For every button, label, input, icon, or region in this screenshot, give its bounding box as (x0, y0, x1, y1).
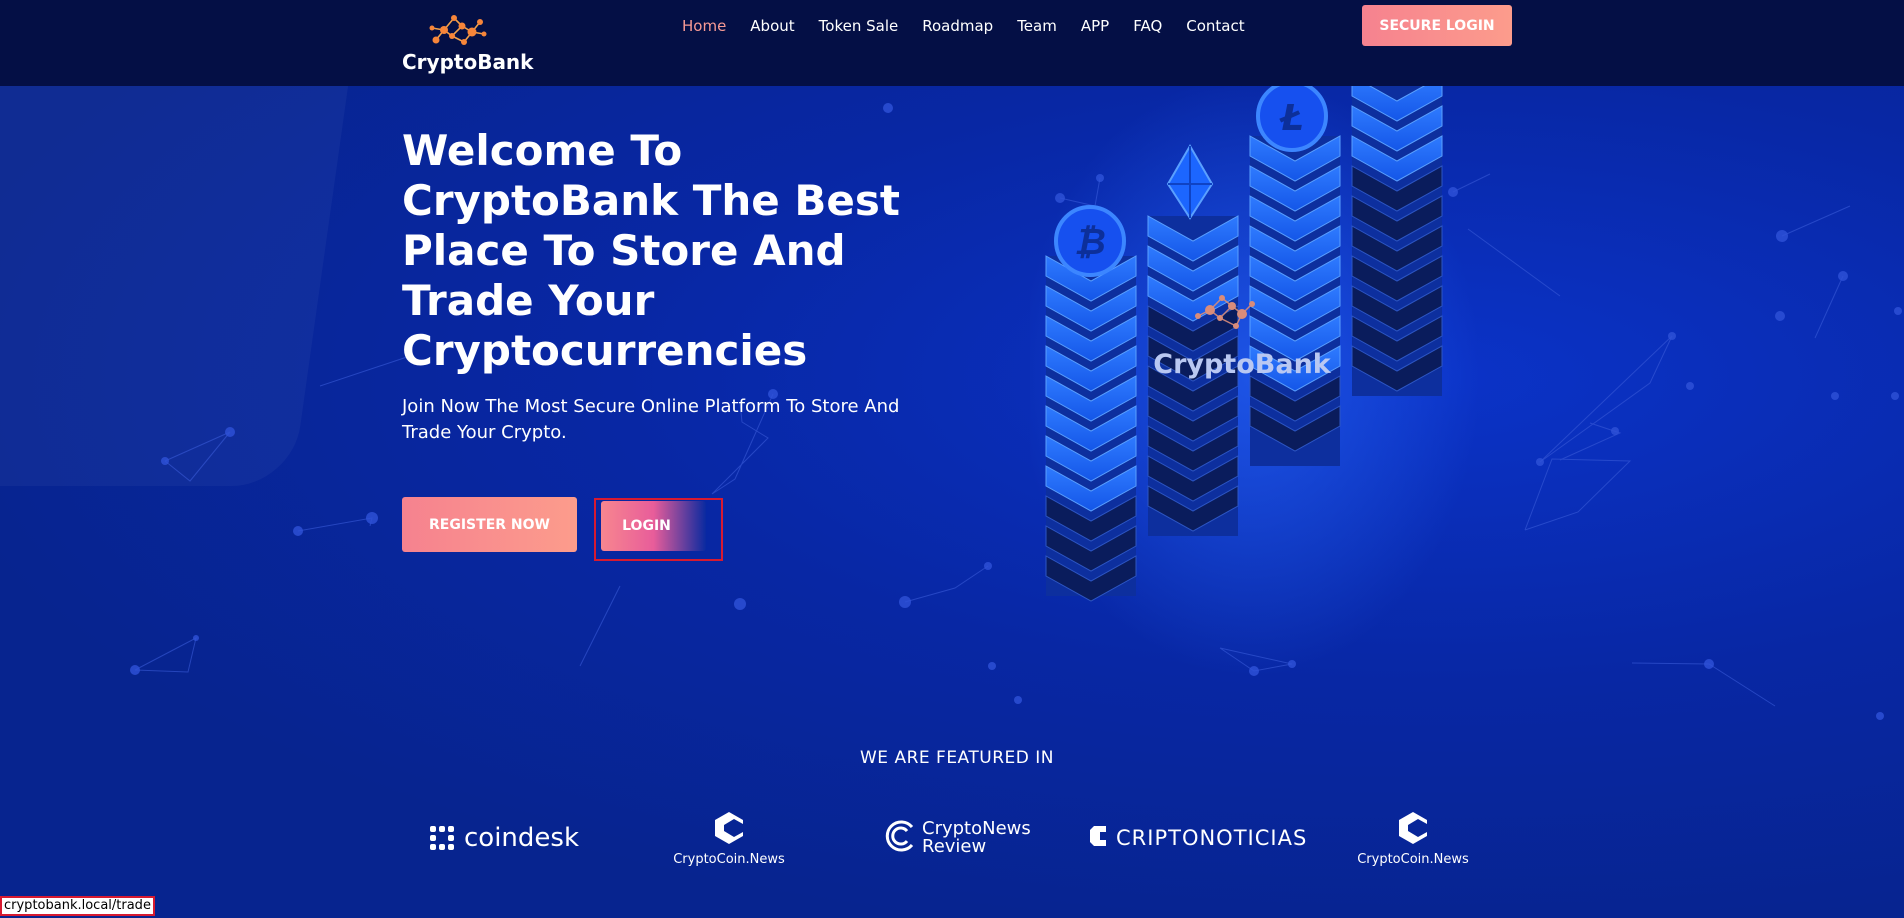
hero-headline: Welcome To CryptoBank The Best Place To … (402, 126, 900, 375)
login-button[interactable]: LOGIN (601, 501, 706, 551)
partner-name: coindesk (464, 823, 580, 853)
partner-coindesk[interactable]: coindesk (428, 810, 579, 866)
svg-text:Ł: Ł (1279, 98, 1304, 139)
crypto-towers-illustration: ₿ Ł CryptoBank (1030, 86, 1480, 676)
cryptonews-review-icon (884, 819, 916, 857)
main-navigation: Home About Token Sale Roadmap Team APP F… (682, 14, 1269, 38)
nav-item-token-sale[interactable]: Token Sale (819, 14, 899, 38)
criptonoticias-icon (1090, 822, 1110, 854)
partner-cryptocoin-news[interactable]: CryptoCoin.News (673, 810, 785, 867)
nav-item-faq[interactable]: FAQ (1133, 14, 1162, 38)
nav-item-app[interactable]: APP (1081, 14, 1109, 38)
nav-item-home[interactable]: Home (682, 14, 726, 38)
illustration-brand-text: CryptoBank (1153, 349, 1332, 380)
bitcoin-coin-icon: ₿ (1054, 205, 1126, 277)
partner-name: CryptoCoin.News (673, 852, 785, 867)
svg-text:₿: ₿ (1074, 222, 1106, 263)
nav-item-roadmap[interactable]: Roadmap (922, 14, 993, 38)
nav-item-contact[interactable]: Contact (1186, 14, 1244, 38)
site-header: CryptoBank Home About Token Sale Roadmap… (0, 0, 1904, 86)
network-logo-icon (429, 15, 487, 45)
nav-item-team[interactable]: Team (1017, 14, 1057, 38)
nav-item-about[interactable]: About (750, 14, 794, 38)
secure-login-button[interactable]: SECURE LOGIN (1362, 5, 1512, 46)
network-background-decoration (130, 103, 1902, 720)
featured-in-title: WE ARE FEATURED IN (860, 748, 1054, 768)
status-bar-url: cryptobank.local/trade (0, 896, 155, 916)
partner-name: CryptoCoin.News (1357, 852, 1469, 867)
brand-logo[interactable]: CryptoBank (402, 10, 534, 74)
cryptocoin-news-icon (1396, 810, 1430, 850)
brand-name: CryptoBank (402, 50, 534, 74)
litecoin-coin-icon: Ł (1256, 86, 1328, 152)
register-now-button[interactable]: REGISTER NOW (402, 497, 577, 552)
partner-cryptocoin-news-2[interactable]: CryptoCoin.News (1357, 810, 1469, 867)
hero-subtext: Join Now The Most Secure Online Platform… (402, 396, 900, 443)
coindesk-icon (428, 824, 456, 852)
partner-name: CRIPTONOTICIAS (1116, 826, 1308, 850)
partner-criptonoticias[interactable]: CRIPTONOTICIAS (1090, 810, 1307, 866)
cryptocoin-news-icon (712, 810, 746, 850)
partner-name: CryptoNews Review (922, 818, 1031, 857)
partner-cryptonews-review[interactable]: CryptoNews Review (884, 810, 1042, 866)
